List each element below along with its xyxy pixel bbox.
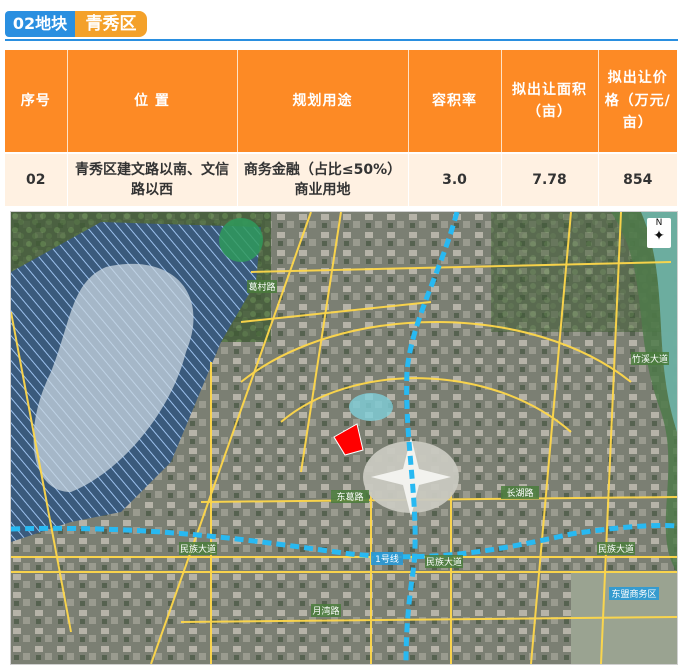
compass-arrow-icon: ✦ — [653, 228, 665, 244]
compass-label: N — [655, 218, 663, 228]
road-label: 民族大道 — [598, 543, 634, 555]
col-header-price: 拟出让价格（万元/亩） — [598, 50, 677, 153]
table-header-row: 序号 位 置 规划用途 容积率 拟出让面积（亩） 拟出让价格（万元/亩） — [5, 50, 677, 153]
land-info-table: 序号 位 置 规划用途 容积率 拟出让面积（亩） 拟出让价格（万元/亩） 02 … — [5, 50, 677, 206]
road-label: 月湾路 — [312, 605, 339, 617]
north-compass: N ✦ — [647, 218, 671, 248]
block-tag: 02地块 — [5, 11, 75, 37]
cell-location: 青秀区建文路以南、文信路以西 — [67, 152, 238, 206]
col-header-use: 规划用途 — [237, 50, 409, 153]
col-header-area: 拟出让面积（亩） — [501, 50, 599, 153]
cell-use-line1: 商务金融（占比≤50%） — [243, 161, 402, 178]
cell-area: 7.78 — [501, 152, 599, 206]
road-label: 竹溪大道 — [632, 353, 668, 365]
cell-no: 02 — [5, 152, 68, 206]
section-header: 02地块 青秀区 — [0, 0, 683, 44]
cell-use-line2: 商业用地 — [294, 182, 351, 198]
road-label: 长湖路 — [506, 487, 533, 499]
road-label: 民族大道 — [426, 556, 462, 568]
road-label: 民族大道 — [180, 543, 216, 555]
district-tag: 青秀区 — [75, 11, 147, 37]
road-label: 葛村路 — [248, 281, 275, 293]
road-label: 1号线 — [375, 553, 399, 565]
cell-use: 商务金融（占比≤50%） 商业用地 — [237, 152, 409, 206]
table-row: 02 青秀区建文路以南、文信路以西 商务金融（占比≤50%） 商业用地 3.0 … — [5, 152, 677, 206]
col-header-far: 容积率 — [408, 50, 502, 153]
satellite-map: 民族大道 1号线 民族大道 民族大道 东葛路 长湖路 竹溪大道 月湾路 葛村路 … — [10, 211, 678, 665]
cell-price: 854 — [598, 152, 677, 206]
header-divider — [5, 39, 678, 41]
road-label: 东盟商务区 — [611, 588, 656, 600]
cell-far: 3.0 — [408, 152, 502, 206]
col-header-location: 位 置 — [67, 50, 238, 153]
map-canvas: 民族大道 1号线 民族大道 民族大道 东葛路 长湖路 竹溪大道 月湾路 葛村路 … — [11, 212, 677, 664]
road-label: 东葛路 — [336, 491, 363, 503]
col-header-no: 序号 — [5, 50, 68, 153]
